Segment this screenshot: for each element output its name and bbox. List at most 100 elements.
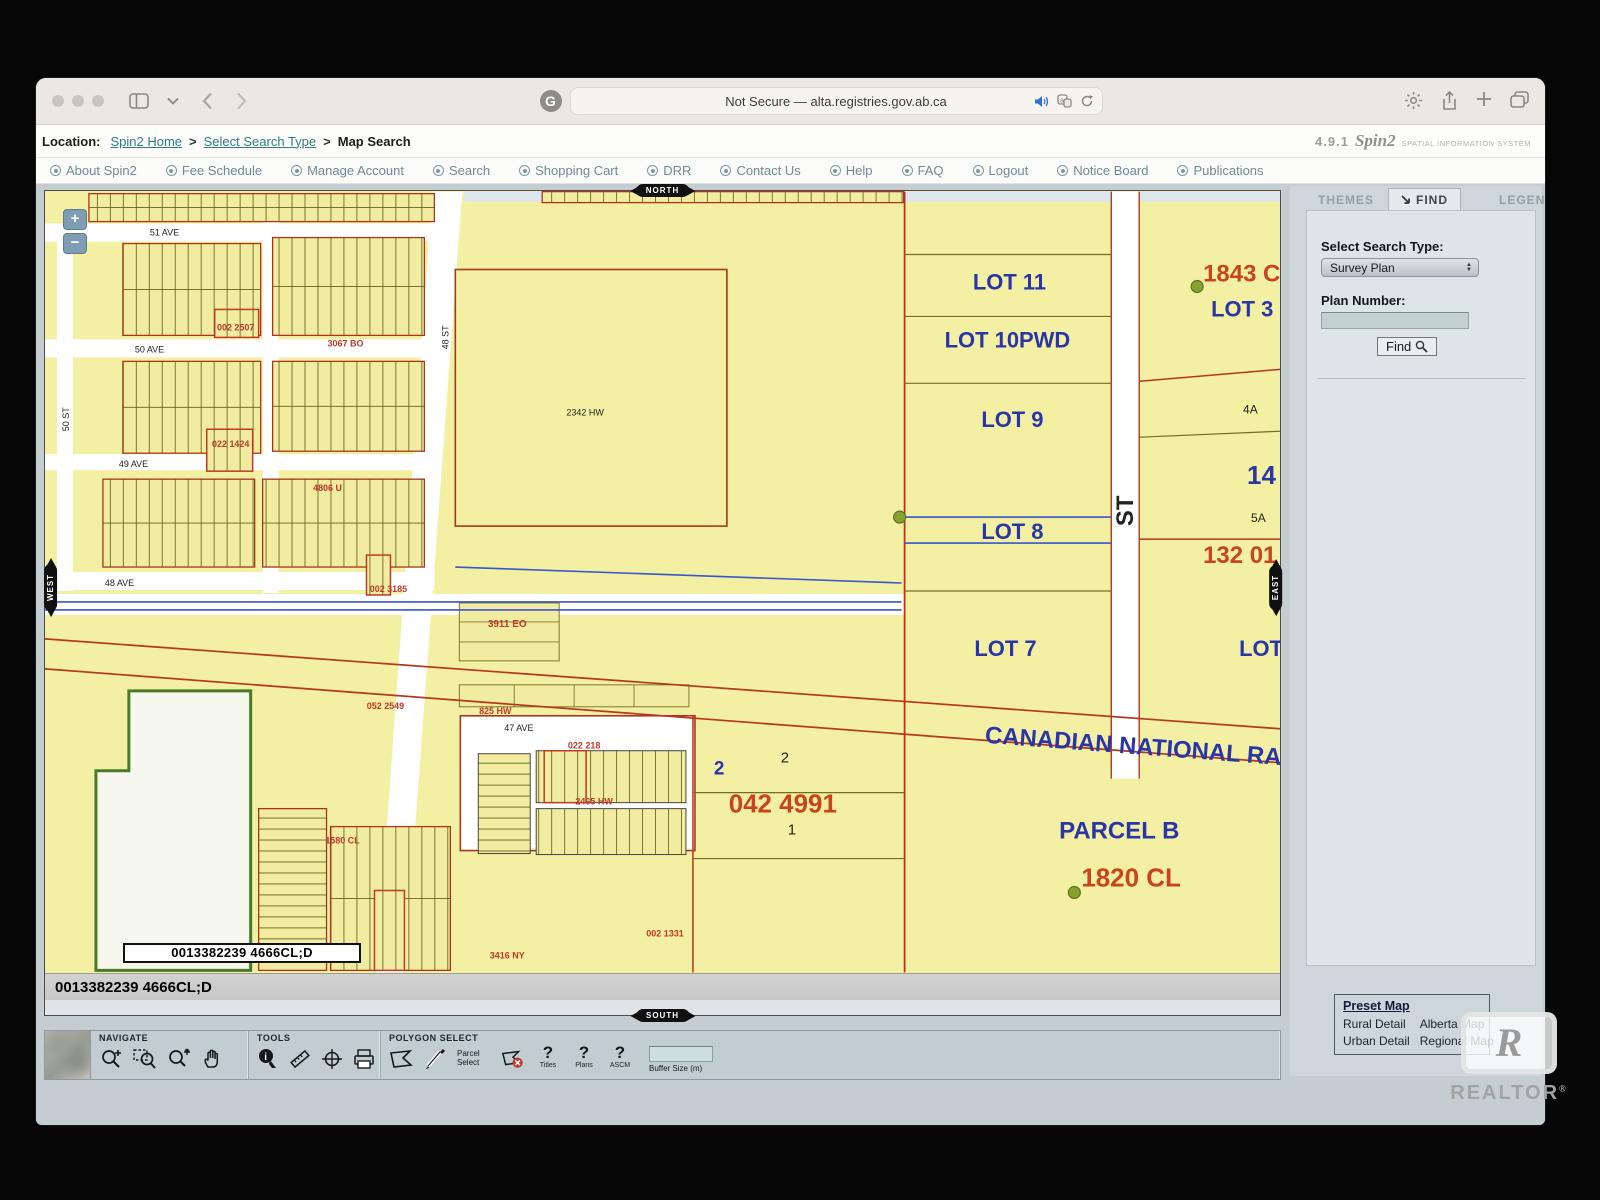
map-label-lot-partial: LOT (1239, 636, 1280, 661)
preset-rural-detail[interactable]: Rural Detail (1343, 1017, 1410, 1031)
browser-toolbar: G Not Secure — alta.registries.gov.ab.ca… (36, 78, 1545, 125)
menu-fee-schedule[interactable]: Fee Schedule (166, 163, 262, 178)
radio-icon (720, 165, 731, 176)
parcel-select-label[interactable]: Parcel Select (457, 1044, 491, 1067)
polygon-clear-tool-icon[interactable] (501, 1044, 525, 1074)
preset-urban-detail[interactable]: Urban Detail (1343, 1034, 1410, 1048)
menu-shopping-cart[interactable]: Shopping Cart (519, 163, 618, 178)
map-label-49ave: 49 AVE (119, 459, 148, 469)
select-stepper-icon: ▲▼ (1462, 263, 1476, 273)
zoom-pan-tool-icon[interactable] (167, 1044, 191, 1074)
address-bar[interactable]: Not Secure — alta.registries.gov.ab.ca a (570, 87, 1103, 115)
question-icon: ? (543, 1044, 553, 1062)
cadastral-map[interactable]: LOT 11 LOT 10PWD LOT 9 LOT 8 LOT 7 LOT 3… (45, 191, 1280, 973)
sidebar-toggle-icon[interactable] (126, 88, 152, 114)
map-label-48st: 48 ST (440, 325, 450, 349)
map-label-4a: 4A (1243, 402, 1258, 416)
tab-themes[interactable]: THEMES (1306, 189, 1386, 210)
radio-icon (902, 165, 913, 176)
new-tab-icon[interactable] (1476, 91, 1492, 111)
map-label-1843c: 1843 C (1203, 260, 1280, 287)
tools-section: TOOLS i (249, 1031, 381, 1079)
radio-icon (519, 165, 530, 176)
compass-south: SOUTH (630, 1009, 695, 1022)
question-icon: ? (615, 1044, 625, 1062)
pan-hand-tool-icon[interactable] (201, 1044, 225, 1074)
map-label-13201: 132 01 (1203, 542, 1276, 569)
map-label-51ave: 51 AVE (150, 228, 179, 238)
chevron-down-icon[interactable] (160, 88, 186, 114)
menu-contact-us[interactable]: Contact Us (720, 163, 800, 178)
back-icon[interactable] (194, 88, 220, 114)
draw-line-tool-icon[interactable] (423, 1044, 447, 1074)
navigate-title: NAVIGATE (99, 1033, 240, 1043)
breadcrumb-home-link[interactable]: Spin2 Home (111, 134, 183, 149)
identify-tool-icon[interactable]: i (257, 1044, 279, 1074)
menu-publications[interactable]: Publications (1177, 163, 1263, 178)
map-label-lot10pwd: LOT 10PWD (945, 327, 1071, 352)
map-label-lot3: LOT 3 (1211, 296, 1273, 321)
zoom-window-tool-icon[interactable] (133, 1044, 157, 1074)
realtor-watermark: R REALTOR® (1444, 1012, 1574, 1105)
realtor-logo-icon: R (1461, 1012, 1557, 1074)
menu-about[interactable]: About Spin2 (50, 163, 137, 178)
zoom-in-button[interactable]: + (63, 209, 87, 230)
translate-icon[interactable]: a (1057, 94, 1072, 108)
zoom-button[interactable] (92, 95, 104, 107)
plans-label: Plans (575, 1062, 593, 1069)
minimize-button[interactable] (72, 95, 84, 107)
plan-number-input[interactable] (1321, 312, 1469, 329)
selected-parcel-label: 0013382239 4666CL;D (123, 943, 361, 963)
zoom-out-button[interactable]: − (63, 233, 87, 254)
compass-east: EAST (1269, 559, 1282, 616)
compass-west: WEST (44, 558, 57, 617)
menu-help[interactable]: Help (830, 163, 873, 178)
search-type-select[interactable]: Survey Plan ▲▼ (1321, 258, 1479, 277)
search-type-value: Survey Plan (1330, 261, 1395, 275)
breadcrumb-searchtype-link[interactable]: Select Search Type (204, 134, 317, 149)
settings-gear-icon[interactable] (1404, 91, 1423, 111)
map-label-825hw: 825 HW (479, 706, 512, 716)
find-button[interactable]: Find (1377, 337, 1437, 356)
coordinate-tool-icon[interactable] (321, 1044, 343, 1074)
sidebar-tabs: THEMES FIND LEGEND (1290, 186, 1542, 210)
tabs-overview-icon[interactable] (1510, 91, 1529, 111)
menu-logout[interactable]: Logout (973, 163, 1029, 178)
measure-tool-icon[interactable] (289, 1044, 311, 1074)
map-label-4806u: 4806 U (313, 483, 342, 493)
radio-icon (973, 165, 984, 176)
polygon-select-tool-icon[interactable] (389, 1044, 413, 1074)
ascm-label: ASCM (610, 1062, 630, 1069)
map-label-lot8: LOT 8 (981, 519, 1043, 544)
menu-drr[interactable]: DRR (647, 163, 691, 178)
overview-thumbnail[interactable] (45, 1031, 91, 1079)
plans-query-button[interactable]: ? Plans (571, 1044, 597, 1069)
map-label-3067bo: 3067 BO (328, 338, 364, 348)
tab-legend[interactable]: LEGEND (1487, 189, 1545, 210)
polygon-select-title: POLYGON SELECT (389, 1033, 1272, 1043)
app-brand: 4.9.1 Spin2 SPATIAL INFORMATION SYSTEM (1315, 131, 1539, 151)
map-label-2a: 2 (714, 759, 725, 780)
menu-search[interactable]: Search (433, 163, 490, 178)
page-content: NORTH SOUTH WEST EAST + − 0013382239 466… (36, 184, 1545, 1125)
titles-query-button[interactable]: ? Titles (535, 1044, 561, 1069)
zoom-in-tool-icon[interactable] (99, 1044, 123, 1074)
share-icon[interactable] (1441, 91, 1458, 111)
reload-icon[interactable] (1080, 94, 1094, 108)
ascm-query-button[interactable]: ? ASCM (607, 1044, 633, 1069)
map-label-14: 14 (1247, 462, 1276, 490)
print-tool-icon[interactable] (353, 1044, 375, 1074)
version-number: 4.9.1 (1315, 134, 1349, 149)
audio-icon[interactable] (1034, 95, 1049, 108)
forward-icon[interactable] (228, 88, 254, 114)
menu-manage-account[interactable]: Manage Account (291, 163, 404, 178)
chrome-right-icons (1404, 91, 1529, 111)
map-label-0522549: 052 2549 (367, 701, 404, 711)
tab-find[interactable]: FIND (1388, 188, 1461, 210)
close-button[interactable] (52, 95, 64, 107)
traffic-lights (52, 95, 104, 107)
address-area: G Not Secure — alta.registries.gov.ab.ca… (262, 87, 1380, 115)
menu-faq[interactable]: FAQ (902, 163, 944, 178)
buffer-size-input[interactable] (649, 1046, 713, 1062)
menu-notice-board[interactable]: Notice Board (1057, 163, 1148, 178)
